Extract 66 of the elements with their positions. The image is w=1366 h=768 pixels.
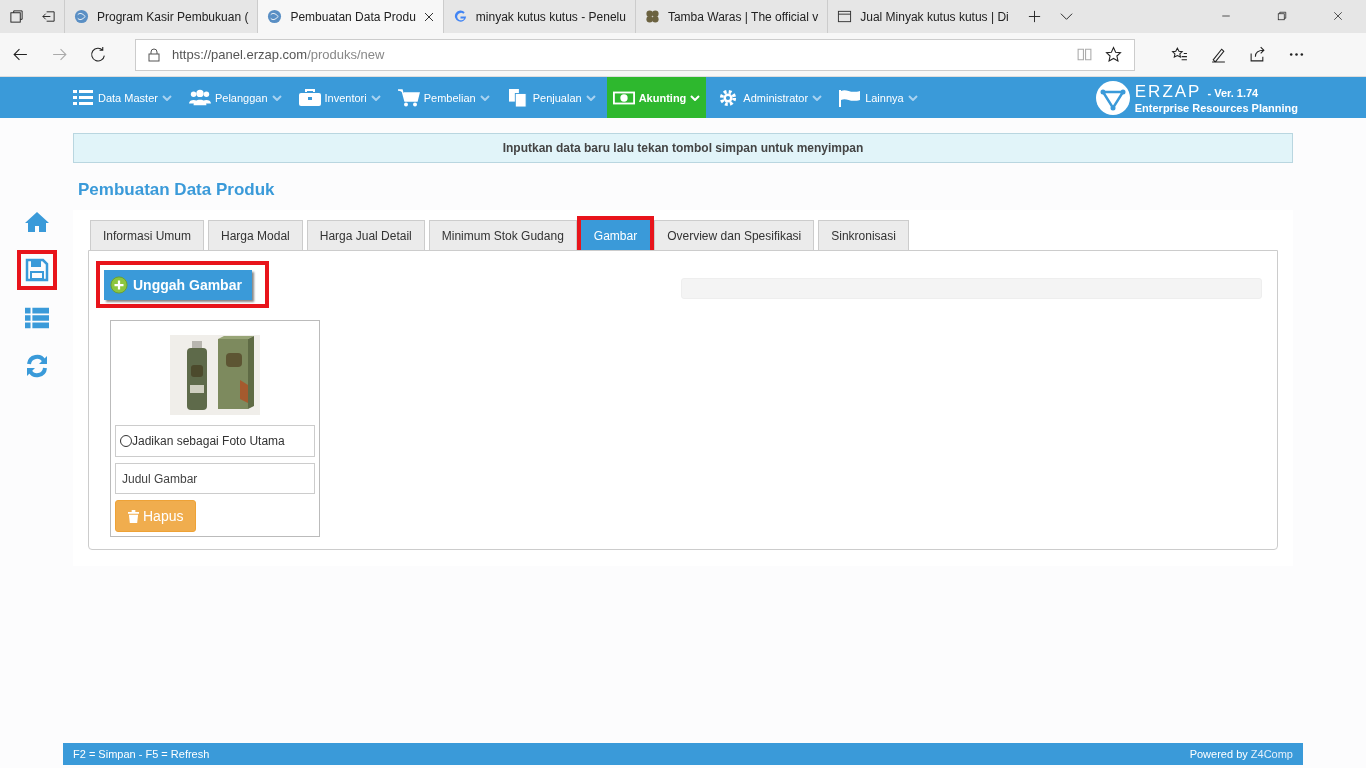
chevron-down-icon (271, 94, 282, 101)
star-icon[interactable] (1105, 46, 1122, 63)
logo-subtitle: Enterprise Resources Planning (1134, 101, 1298, 114)
users-icon (188, 88, 211, 107)
nav-label: Pembelian (423, 91, 476, 104)
chevron-down-icon (812, 94, 823, 101)
leaf-icon (644, 9, 660, 24)
trash-icon (128, 509, 139, 523)
tab-title: Tamba Waras | The official v (667, 9, 819, 24)
pen-icon[interactable] (1210, 46, 1227, 63)
home-icon[interactable] (24, 210, 49, 234)
powered-by-text: Powered by Z4Comp (1189, 748, 1293, 760)
nav-label: Lainnya (865, 91, 904, 104)
logo-text: ERZAP (1134, 81, 1202, 102)
google-icon (452, 9, 468, 24)
shortcut-text: F2 = Simpan - F5 = Refresh (73, 748, 210, 760)
nav-label: Data Master (98, 91, 158, 104)
tab-back-icon[interactable] (41, 9, 56, 24)
refresh-icon[interactable] (90, 46, 107, 63)
main-photo-option[interactable]: Jadikan sebagai Foto Utama (115, 425, 315, 457)
version-text: - Ver. 1.74 (1207, 86, 1259, 99)
tab-title: Program Kasir Pembukuan ( (97, 9, 249, 24)
browser-tab[interactable]: Pembuatan Data Produ (257, 0, 443, 33)
favorites-icon[interactable] (1171, 46, 1188, 63)
image-title-field[interactable]: Judul Gambar (115, 463, 315, 494)
nav-label: Penjualan (532, 91, 582, 104)
tab[interactable]: Harga Jual Detail (306, 220, 425, 250)
plus-icon (110, 276, 128, 294)
tab-set-icon[interactable] (9, 9, 24, 24)
nav-label: Akunting (638, 91, 687, 104)
save-icon[interactable] (24, 258, 49, 282)
nav-label: Pelanggan (214, 91, 268, 104)
back-icon[interactable] (12, 46, 29, 63)
chevron-down-icon (907, 94, 918, 101)
cart-icon (397, 88, 420, 107)
nav-label: Inventori (324, 91, 367, 104)
page-title: Pembuatan Data Produk (78, 180, 276, 200)
restore-icon[interactable] (1276, 10, 1288, 22)
tab-title: minyak kutus kutus - Penelu (475, 9, 626, 24)
list-icon[interactable] (24, 306, 49, 330)
tab[interactable]: Sinkronisasi (818, 220, 909, 250)
chevron-down-icon (161, 94, 172, 101)
new-tab-icon[interactable] (1026, 9, 1042, 24)
tab-title: Pembuatan Data Produ (290, 9, 416, 24)
chevron-down-icon (690, 94, 701, 101)
chevron-down-icon (585, 94, 596, 101)
tab-title: Jual Minyak kutus kutus | Di (860, 9, 1009, 24)
chevron-down-icon (370, 94, 381, 101)
documents-icon (506, 88, 529, 107)
list-icon (72, 88, 94, 107)
close-icon[interactable] (1332, 10, 1344, 22)
lock-icon (148, 47, 160, 62)
flag-icon (839, 88, 862, 107)
close-icon[interactable] (423, 11, 434, 22)
address-bar[interactable]: https://panel.erzap.com/produks/new (135, 38, 1135, 71)
tab[interactable]: Minimum Stok Gudang (428, 220, 577, 250)
share-icon[interactable] (1249, 46, 1266, 63)
page-icon (837, 9, 853, 24)
chevron-down-icon (479, 94, 490, 101)
tab[interactable]: Informasi Umum (90, 220, 204, 250)
tab[interactable]: Overview dan Spesifikasi (654, 220, 815, 250)
notice-text: Inputkan data baru lalu tekan tombol simpan untuk menyimpan (73, 133, 1293, 163)
url-text: https://panel.erzap.com/produks/new (172, 47, 385, 62)
tab[interactable]: Harga Modal (208, 220, 303, 250)
briefcase-icon (298, 88, 321, 107)
nav-label: Administrator (743, 91, 809, 104)
